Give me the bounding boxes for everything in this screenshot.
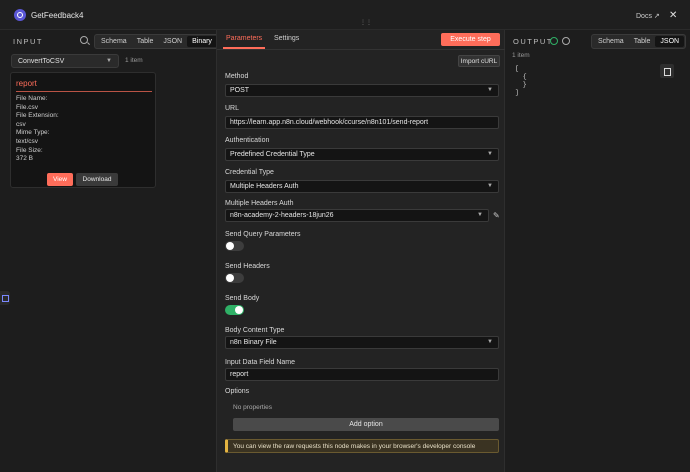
input-view-tabs: Schema Table JSON Binary [94, 34, 219, 49]
binary-file-card: report File Name: File.csv File Extensio… [10, 72, 156, 188]
node-title[interactable]: GetFeedback4 [31, 11, 83, 20]
panel-toggle-icon[interactable] [0, 291, 10, 305]
url-label: URL [225, 105, 240, 112]
no-properties-text: No properties [233, 404, 273, 411]
body-content-type-select[interactable]: n8n Binary File ▼ [225, 336, 499, 349]
meta-value: File.csv [16, 103, 39, 111]
divider [217, 49, 506, 50]
meta-label: File Size: [16, 146, 43, 154]
body-content-type-label: Body Content Type [225, 327, 285, 334]
execute-step-button[interactable]: Execute step [441, 33, 500, 46]
output-items-count: 1 item [512, 52, 530, 59]
drag-handle-icon[interactable]: ⋮⋮ [360, 20, 372, 28]
authentication-value: Predefined Credential Type [230, 151, 315, 158]
output-heading: OUTPUT [513, 37, 553, 46]
meta-label: File Extension: [16, 112, 59, 120]
edit-credential-icon[interactable]: ✎ [493, 211, 500, 220]
binary-metadata: File Name: File.csv File Extension: csv … [16, 95, 59, 164]
chevron-down-icon: ▼ [487, 151, 493, 157]
meta-label: File Name: [16, 95, 48, 102]
input-panel: INPUT Schema Table JSON Binary ConvertTo… [0, 30, 219, 472]
tab-parameters[interactable]: Parameters [226, 35, 262, 42]
input-data-field-label: Input Data Field Name [225, 359, 296, 366]
divider [16, 91, 152, 92]
input-node-select-value: ConvertToCSV [18, 58, 65, 65]
http-node-icon [14, 9, 26, 21]
info-icon[interactable] [562, 37, 570, 45]
send-query-toggle[interactable] [225, 241, 244, 251]
tab-table[interactable]: Table [629, 36, 656, 47]
binary-card-title: report [16, 79, 37, 88]
meta-value: text/csv [16, 137, 39, 145]
docs-link[interactable]: Docs ↗ [636, 12, 660, 20]
tab-json[interactable]: JSON [158, 36, 187, 47]
search-icon[interactable] [80, 36, 88, 44]
chevron-down-icon: ▼ [487, 339, 493, 345]
success-check-icon [550, 37, 558, 45]
meta-value: csv [16, 120, 26, 128]
node-header: GetFeedback4 ⋮⋮ Docs ↗ ✕ [0, 0, 690, 30]
tab-json[interactable]: JSON [655, 36, 685, 47]
options-label: Options [225, 388, 250, 395]
method-label: Method [225, 73, 249, 80]
chevron-down-icon: ▼ [487, 87, 493, 93]
download-button[interactable]: Download [76, 173, 118, 186]
input-items-count: 1 item [125, 57, 143, 64]
body-content-type-value: n8n Binary File [230, 339, 277, 346]
output-panel: OUTPUT Schema Table JSON 1 item [ { } ] [505, 30, 690, 472]
credential-value: n8n-academy-2-headers-18jun26 [230, 212, 334, 219]
input-data-field-value: report [230, 371, 249, 378]
tab-settings[interactable]: Settings [274, 35, 299, 42]
meta-value: 372 B [16, 155, 33, 163]
send-query-label: Send Query Parameters [225, 231, 301, 238]
method-select[interactable]: POST ▼ [225, 84, 499, 97]
add-option-button[interactable]: Add option [233, 418, 499, 431]
parameters-panel: Parameters Settings Execute step Import … [216, 30, 506, 472]
close-icon[interactable]: ✕ [669, 10, 677, 21]
send-headers-toggle[interactable] [225, 273, 244, 283]
chevron-down-icon: ▼ [477, 212, 483, 218]
authentication-label: Authentication [225, 137, 270, 144]
credential-select[interactable]: n8n-academy-2-headers-18jun26 ▼ [225, 209, 489, 222]
input-data-field-input[interactable]: report [225, 368, 499, 381]
import-curl-button[interactable]: Import cURL [458, 55, 500, 67]
view-button[interactable]: View [47, 173, 73, 186]
url-input[interactable]: https://learn.app.n8n.cloud/webhook/ccur… [225, 116, 499, 129]
input-node-select[interactable]: ConvertToCSV ▼ [11, 54, 119, 68]
send-headers-label: Send Headers [225, 263, 270, 270]
tab-schema[interactable]: Schema [593, 36, 629, 47]
chevron-down-icon: ▼ [106, 58, 112, 64]
input-heading: INPUT [13, 37, 43, 46]
send-body-label: Send Body [225, 295, 260, 302]
multiple-headers-auth-label: Multiple Headers Auth [225, 200, 294, 207]
tab-binary[interactable]: Binary [187, 36, 217, 47]
authentication-select[interactable]: Predefined Credential Type ▼ [225, 148, 499, 161]
tab-schema[interactable]: Schema [96, 36, 132, 47]
meta-label: Mime Type: [16, 129, 50, 137]
credential-type-label: Credential Type [225, 169, 274, 176]
developer-console-notice: You can view the raw requests this node … [225, 439, 499, 453]
method-value: POST [230, 87, 250, 94]
send-body-toggle[interactable] [225, 305, 244, 315]
credential-type-select[interactable]: Multiple Headers Auth ▼ [225, 180, 499, 193]
copy-icon[interactable] [660, 64, 674, 78]
tab-table[interactable]: Table [132, 36, 159, 47]
url-value: https://learn.app.n8n.cloud/webhook/ccur… [230, 119, 429, 126]
json-output[interactable]: [ { } ] [515, 65, 527, 97]
credential-type-value: Multiple Headers Auth [230, 183, 299, 190]
chevron-down-icon: ▼ [487, 183, 493, 189]
output-view-tabs: Schema Table JSON [591, 34, 687, 49]
